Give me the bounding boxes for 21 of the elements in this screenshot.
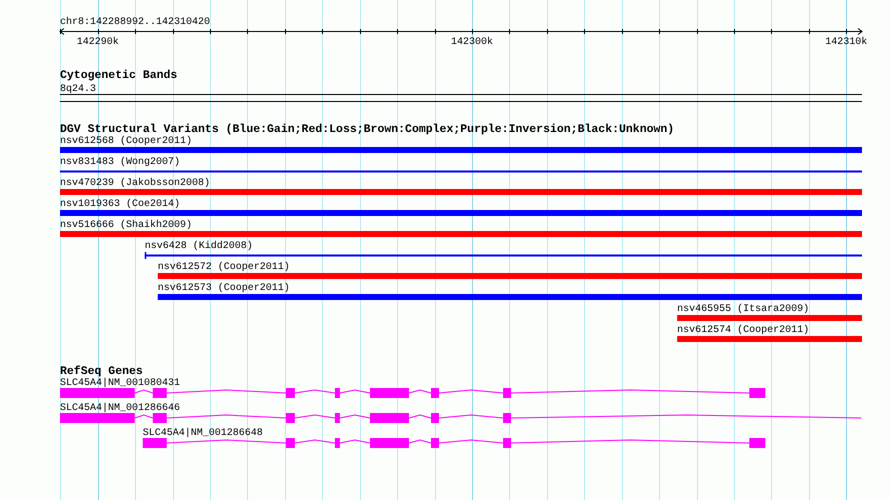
track-title: DGV Structural Variants (Blue:Gain;Red:Loss;Brown:Complex;Purple:Inversion;Black:Unknown) <box>60 123 674 136</box>
variant-label: nsv612572 (Cooper2011) <box>158 262 290 273</box>
tick-label: 142310k <box>825 37 868 48</box>
gene-label: SLC45A4|NM_001080431 <box>60 378 180 389</box>
variant-label: nsv516666 (Shaikh2009) <box>60 220 192 231</box>
tick-label: 142300k <box>451 37 493 48</box>
variant-label: nsv831483 (Wong2007) <box>60 157 180 168</box>
gene-label: SLC45A4|NM_001286648 <box>142 428 263 439</box>
band-label: 8q24.3 <box>60 84 96 95</box>
track-title: Cytogenetic Bands <box>60 69 178 82</box>
variant-label: nsv612568 (Cooper2011) <box>60 136 192 147</box>
variant-label: nsv612574 (Cooper2011) <box>677 325 810 336</box>
gene-label: SLC45A4|NM_001286646 <box>60 403 180 414</box>
region-label: chr8:142288992..142310420 <box>60 17 210 28</box>
variant-label: nsv1019363 (Coe2014) <box>60 199 180 210</box>
variant-label: nsv612573 (Cooper2011) <box>158 283 290 294</box>
track-title: RefSeq Genes <box>60 365 143 378</box>
variant-label: nsv465955 (Itsara2009) <box>677 304 810 315</box>
variant-label: nsv470239 (Jakobsson2008) <box>60 178 210 189</box>
variant-label: nsv6428 (Kidd2008) <box>144 241 253 252</box>
tick-label: 142290k <box>76 37 119 48</box>
